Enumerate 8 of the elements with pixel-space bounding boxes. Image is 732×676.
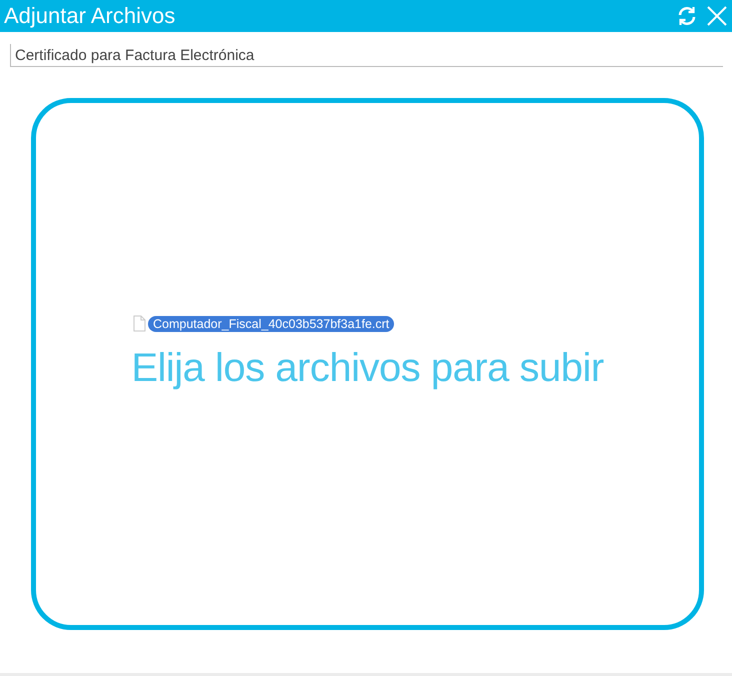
window-title: Adjuntar Archivos xyxy=(4,3,176,29)
close-icon[interactable] xyxy=(706,5,728,27)
drop-zone[interactable]: Computador_Fiscal_40c03b537bf3a1fe.crt Elija los archivos para subir xyxy=(31,98,704,630)
description-field[interactable]: Certificado para Factura Electrónica xyxy=(10,44,723,67)
refresh-icon[interactable] xyxy=(676,5,698,27)
file-name[interactable]: Computador_Fiscal_40c03b537bf3a1fe.crt xyxy=(148,316,394,332)
file-icon xyxy=(133,315,146,332)
upload-prompt: Elija los archivos para subir xyxy=(130,346,605,391)
